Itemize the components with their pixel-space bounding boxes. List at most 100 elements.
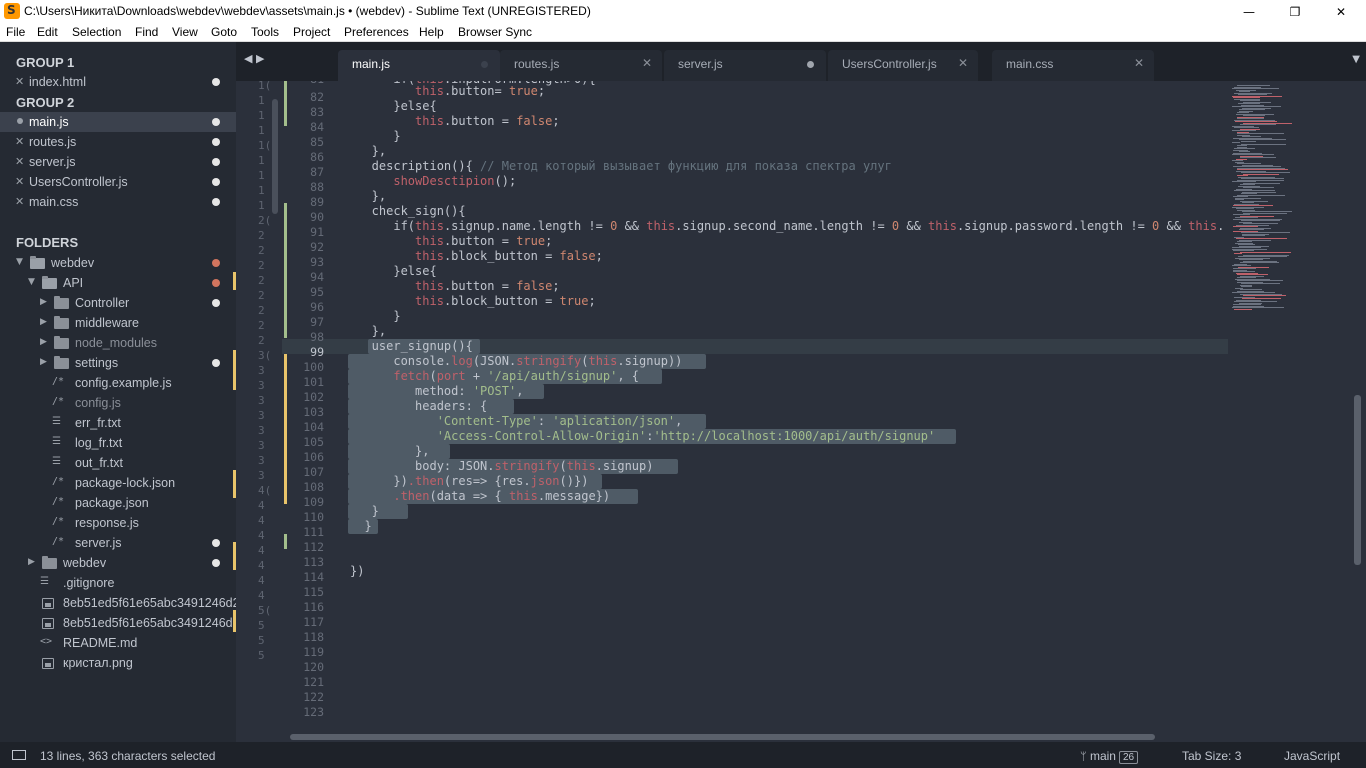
inactive-line-number: 3( <box>258 349 272 362</box>
inactive-line-number: 3 <box>258 364 265 377</box>
status-bar: 13 lines, 363 characters selected ᛘ main… <box>0 742 1366 768</box>
line-number: 120 <box>303 660 324 674</box>
tree-file-err-fr-txt[interactable]: ☰ err_fr.txt <box>0 413 236 433</box>
chevron-right-icon[interactable]: ▶ <box>28 557 35 567</box>
tree-file-kristal-png[interactable]: кристал.png <box>0 653 236 673</box>
title-bar: C:\Users\Никита\Downloads\webdev\webdev\… <box>0 0 1366 23</box>
inactive-line-number: 1 <box>258 154 265 167</box>
code-line: }) <box>350 564 365 578</box>
line-number: 118 <box>303 630 324 644</box>
panel-toggle-icon[interactable] <box>12 750 26 760</box>
open-file-server-js[interactable]: ✕ server.js <box>0 152 236 172</box>
tab-main-js[interactable]: main.js <box>338 50 500 81</box>
chevron-right-icon[interactable]: ▶ <box>40 317 47 327</box>
menu-project[interactable]: Project <box>293 25 330 39</box>
close-button[interactable]: ✕ <box>1318 0 1364 23</box>
close-icon[interactable]: ✕ <box>1134 56 1144 70</box>
tree-file-package-json[interactable]: /* package.json <box>0 493 236 513</box>
open-file-main-css[interactable]: ✕ main.css <box>0 192 236 212</box>
tree-folder-node-modules[interactable]: ▶ node_modules <box>0 333 236 353</box>
close-icon[interactable]: ✕ <box>15 195 24 208</box>
tree-file-out-fr-txt[interactable]: ☰ out_fr.txt <box>0 453 236 473</box>
open-file-index-html[interactable]: ✕ index.html <box>0 72 236 92</box>
tab-routes-js[interactable]: routes.js ✕ <box>500 50 662 81</box>
chevron-right-icon[interactable]: ▶ <box>40 337 47 347</box>
chevron-down-icon[interactable]: ▼ <box>28 277 35 287</box>
line-number: 106 <box>303 450 324 464</box>
line-number: 98 <box>310 330 324 344</box>
close-icon[interactable]: ✕ <box>15 135 24 148</box>
image-file-icon <box>42 598 54 609</box>
vertical-scrollbar[interactable] <box>1354 395 1361 565</box>
tree-folder-webdev[interactable]: ▼ webdev <box>0 253 236 273</box>
minimap-line <box>1243 173 1279 175</box>
line-number: 99 <box>310 345 324 359</box>
chevron-right-icon[interactable]: ▶ <box>40 297 47 307</box>
open-file-routes-js[interactable]: ✕ routes.js <box>0 132 236 152</box>
git-branch-status[interactable]: ᛘ main 26 <box>1080 749 1139 764</box>
menu-view[interactable]: View <box>172 25 198 39</box>
code-line: this.button = false; <box>415 114 560 128</box>
tree-file-config-js[interactable]: /* config.js <box>0 393 236 413</box>
close-icon[interactable]: ✕ <box>15 175 24 188</box>
menu-find[interactable]: Find <box>135 25 158 39</box>
line-number: 114 <box>303 570 324 584</box>
inactive-line-number: 3 <box>258 409 265 422</box>
menu-preferences[interactable]: Preferences <box>344 25 409 39</box>
inactive-line-number: 4 <box>258 559 265 572</box>
modified-dot-icon <box>212 539 220 547</box>
tree-file-response-js[interactable]: /* response.js <box>0 513 236 533</box>
horizontal-scrollbar[interactable] <box>290 734 1155 740</box>
close-icon[interactable]: ✕ <box>15 155 24 168</box>
line-number: 115 <box>303 585 324 599</box>
tree-file-gitignore[interactable]: ☰ .gitignore <box>0 573 236 593</box>
code-line: }else{ <box>350 99 437 113</box>
inactive-line-number: 1( <box>258 81 272 92</box>
minimap[interactable] <box>1228 81 1366 730</box>
line-number: 89 <box>310 195 324 209</box>
tree-file-image-2[interactable]: 8eb51ed5f61e65abc3491246d2a <box>0 613 236 633</box>
syntax-status[interactable]: JavaScript <box>1284 749 1340 763</box>
tree-folder-api[interactable]: ▼ API <box>0 273 236 293</box>
menu-help[interactable]: Help <box>419 25 444 39</box>
chevron-down-icon[interactable]: ▼ <box>16 257 23 267</box>
maximize-button[interactable]: ❐ <box>1272 0 1318 23</box>
close-icon[interactable]: ✕ <box>958 56 968 70</box>
inactive-line-number: 1 <box>258 94 265 107</box>
menu-tools[interactable]: Tools <box>251 25 279 39</box>
tree-file-readme-md[interactable]: <> README.md <box>0 633 236 653</box>
tree-file-package-lock-json[interactable]: /* package-lock.json <box>0 473 236 493</box>
tab-overflow-chevron-icon[interactable]: ▼ <box>1352 54 1360 65</box>
menu-browser-sync[interactable]: Browser Sync <box>458 25 532 39</box>
tree-file-log-fr-txt[interactable]: ☰ log_fr.txt <box>0 433 236 453</box>
open-file-main-js[interactable]: main.js <box>0 112 236 132</box>
code-line: showDesctipion(); <box>393 174 517 188</box>
tree-folder-webdev-inner[interactable]: ▶ webdev <box>0 553 236 573</box>
menu-edit[interactable]: Edit <box>37 25 58 39</box>
chevron-right-icon[interactable]: ▶ <box>40 357 47 367</box>
code-editor[interactable]: 8182838485868788899091929394959697989910… <box>282 81 1228 730</box>
minimize-button[interactable]: — <box>1226 0 1272 23</box>
tree-folder-controller[interactable]: ▶ Controller <box>0 293 236 313</box>
tree-file-config-example-js[interactable]: /* config.example.js <box>0 373 236 393</box>
tab-userscontroller-js[interactable]: UsersController.js ✕ <box>828 50 978 81</box>
tab-server-js[interactable]: server.js <box>664 50 826 81</box>
menu-goto[interactable]: Goto <box>211 25 237 39</box>
menu-selection[interactable]: Selection <box>72 25 121 39</box>
inactive-pane-scrollbar[interactable] <box>272 99 278 214</box>
tab-size-status[interactable]: Tab Size: 3 <box>1182 749 1241 763</box>
modified-dot-icon <box>212 138 220 146</box>
close-icon[interactable]: ✕ <box>15 75 24 88</box>
tab-nav-arrows-icon[interactable]: ◀ ▶ <box>244 52 284 65</box>
tree-folder-settings[interactable]: ▶ settings <box>0 353 236 373</box>
text-file-icon: ☰ <box>40 576 49 587</box>
tab-main-css[interactable]: main.css ✕ <box>992 50 1154 81</box>
open-file-userscontroller-js[interactable]: ✕ UsersController.js <box>0 172 236 192</box>
menu-file[interactable]: File <box>6 25 25 39</box>
tree-folder-middleware[interactable]: ▶ middleware <box>0 313 236 333</box>
tree-file-image-1[interactable]: 8eb51ed5f61e65abc3491246d2a <box>0 593 236 613</box>
line-number: 84 <box>310 120 324 134</box>
close-icon[interactable]: ✕ <box>642 56 652 70</box>
tree-file-server-js[interactable]: /* server.js <box>0 533 236 553</box>
line-number: 110 <box>303 510 324 524</box>
